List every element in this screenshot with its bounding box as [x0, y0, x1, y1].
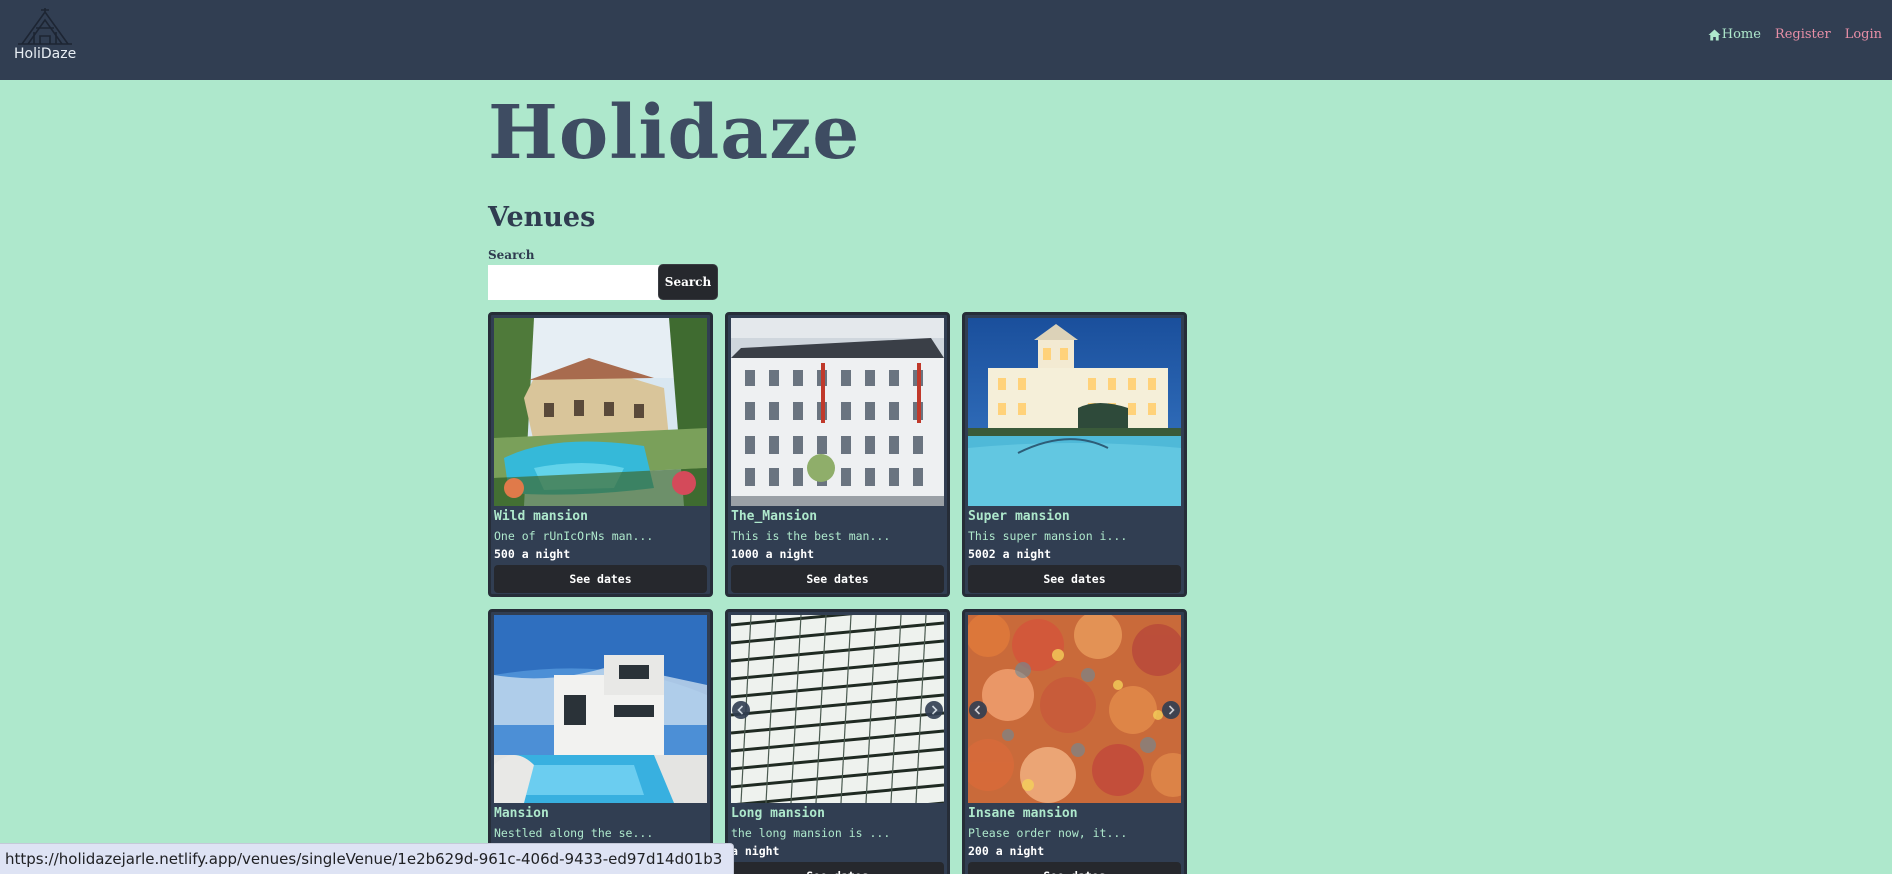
venue-card[interactable]: Insane mansion Please order now, it... 2… — [962, 609, 1187, 874]
main-nav: Home Register Login — [1708, 27, 1890, 42]
venue-image[interactable] — [494, 318, 707, 506]
top-navbar: HoliDaze Home Register Login — [0, 0, 1892, 80]
venue-card[interactable]: The_Mansion This is the best man... 1000… — [725, 312, 950, 597]
nav-login-link[interactable]: Login — [1845, 27, 1882, 42]
page-title: Holidaze — [488, 90, 861, 176]
carousel-next-button[interactable] — [925, 701, 943, 719]
see-dates-button[interactable]: See dates — [968, 862, 1181, 874]
see-dates-button[interactable]: See dates — [968, 565, 1181, 593]
venue-image[interactable] — [731, 615, 944, 803]
chevron-right-icon — [931, 705, 938, 715]
carousel-prev-button[interactable] — [732, 701, 750, 719]
venue-description: Nestled along the se... — [494, 826, 654, 840]
nav-home-link[interactable]: Home — [1708, 27, 1761, 42]
see-dates-button[interactable]: See dates — [494, 565, 707, 593]
venue-description: This is the best man... — [731, 529, 891, 543]
venue-image[interactable] — [968, 318, 1181, 506]
venue-name: Wild mansion — [494, 509, 588, 524]
carousel-prev-button[interactable] — [969, 701, 987, 719]
search-label: Search — [488, 248, 535, 262]
logo[interactable]: HoliDaze — [12, 6, 76, 68]
section-title: Venues — [488, 202, 596, 233]
chevron-right-icon — [1168, 705, 1175, 715]
venue-price: a night — [731, 844, 780, 858]
venue-name: Long mansion — [731, 806, 825, 821]
search-button[interactable]: Search — [658, 264, 718, 300]
venue-card[interactable]: Wild mansion One of rUnIcOrNs man... 500… — [488, 312, 713, 597]
home-icon — [1708, 29, 1721, 40]
venue-price: 200 a night — [968, 844, 1045, 858]
venue-card[interactable]: Super mansion This super mansion i... 50… — [962, 312, 1187, 597]
venue-image[interactable] — [731, 318, 944, 506]
nav-register-link[interactable]: Register — [1775, 27, 1831, 42]
venue-price: 5002 a night — [968, 547, 1052, 561]
venue-name: Mansion — [494, 806, 549, 821]
see-dates-button[interactable]: See dates — [731, 565, 944, 593]
chevron-left-icon — [737, 705, 744, 715]
see-dates-button[interactable]: See dates — [731, 862, 944, 874]
venue-image[interactable] — [968, 615, 1181, 803]
venue-description: One of rUnIcOrNs man... — [494, 529, 654, 543]
browser-status-bar-url: https://holidazejarle.netlify.app/venues… — [0, 843, 735, 874]
venue-description: This super mansion i... — [968, 529, 1128, 543]
venue-description: Please order now, it... — [968, 826, 1128, 840]
search-input[interactable] — [488, 265, 660, 300]
carousel-next-button[interactable] — [1162, 701, 1180, 719]
venue-name: Insane mansion — [968, 806, 1078, 821]
logo-text: HoliDaze — [14, 46, 77, 62]
venue-name: Super mansion — [968, 509, 1070, 524]
venue-card[interactable]: Mansion Nestled along the se... — [488, 609, 713, 874]
venue-price: 1000 a night — [731, 547, 815, 561]
nav-home-label: Home — [1721, 27, 1761, 42]
venue-name: The_Mansion — [731, 509, 818, 524]
venue-card[interactable]: Long mansion the long mansion is ... a n… — [725, 609, 950, 874]
chevron-left-icon — [974, 705, 981, 715]
venue-image[interactable] — [494, 615, 707, 803]
venue-price: 500 a night — [494, 547, 571, 561]
cabin-logo-icon — [18, 8, 72, 45]
venue-description: the long mansion is ... — [731, 826, 891, 840]
